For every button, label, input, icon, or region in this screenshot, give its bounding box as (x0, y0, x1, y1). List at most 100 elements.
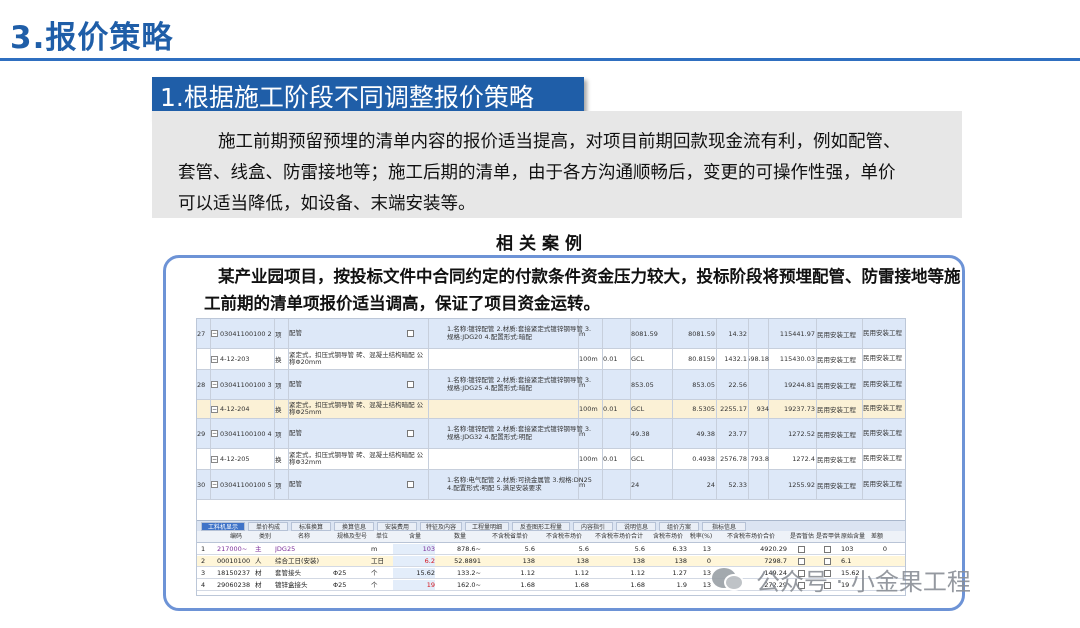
cell-p3: 138 (632, 557, 645, 565)
column-header[interactable]: 含量 (393, 531, 437, 542)
cell-qty: 0.01 (603, 355, 618, 363)
grid-cell (603, 319, 629, 348)
tab-5[interactable]: 特征及内容 (420, 522, 462, 531)
column-header[interactable]: 不含税省单价 (483, 531, 537, 542)
cell-features: 1.名称:镀锌配管 2.材质:套接紧定式镀锌钢导管 3.规格:JDG32 4.配… (447, 425, 592, 441)
cell-major: 民用安装工程 (817, 381, 856, 390)
cell-major: 民用安装工程 (817, 481, 856, 490)
cell-orig: 103 (841, 545, 854, 553)
cell-major: 民用安装工程 (817, 356, 856, 364)
cell-name: JDG25 (275, 545, 296, 553)
resource-row[interactable]: 1 217000~ 主 JDG25 m 103 878.6~ 5.6 5.6 5.6 6.33 13 4… (197, 544, 905, 555)
grid-cell: 项 (275, 470, 287, 499)
cell-p2: 1.12 (574, 569, 589, 577)
description-line: 施工前期预留预埋的清单内容的报价适当提高，对项目前期回款现金流有利，例如配管、 (218, 132, 901, 152)
cell-major: 民用安装工程 (817, 430, 856, 439)
cell-unit_price: 22.56 (728, 380, 747, 389)
grid-cell: 换 (275, 400, 287, 418)
expand-toggle-icon[interactable]: − (211, 355, 218, 363)
expand-toggle-icon[interactable]: − (211, 455, 218, 463)
collapse-toggle-icon[interactable]: − (211, 330, 218, 337)
column-header[interactable]: 原始含量 (841, 531, 865, 542)
table-row[interactable]: −4-12-203 换紧定式，扣压式钢导管 砖、混凝土结构暗配 公称Φ20mm 10… (197, 349, 905, 370)
row-checkbox[interactable] (407, 430, 414, 437)
grid-cell: 19237.73 (769, 400, 815, 418)
collapse-toggle-icon[interactable]: − (211, 430, 218, 437)
cell-unit: m (579, 480, 586, 489)
column-header[interactable]: 是否甲供 (815, 531, 841, 542)
cell-content: 15.62 (393, 568, 435, 578)
row-checkbox[interactable] (407, 330, 414, 337)
tab-10[interactable]: 组价方案 (659, 522, 699, 531)
cell-major2: 民用安装工程 (863, 404, 902, 413)
grid-cell: 民用安装工程 (863, 349, 905, 369)
grid-cell: 民用安装工程 (863, 370, 905, 399)
collapse-toggle-icon[interactable]: − (211, 481, 218, 488)
tab-3[interactable]: 换算信息 (334, 522, 374, 531)
column-header[interactable]: 差额 (865, 531, 889, 542)
column-header[interactable]: 类别 (255, 531, 275, 542)
cell-content: 103 (393, 544, 435, 554)
table-row[interactable]: 28−03041100100 3 项配管 1.名称:镀锌配管 2.材质:套接紧定式镀… (197, 370, 905, 400)
tab-7[interactable]: 反查图形工程量 (512, 522, 570, 531)
column-header[interactable]: 不含税市场价合计 (591, 531, 647, 542)
table-row[interactable]: −4-12-205 换紧定式，扣压式钢导管 砖、混凝土结构暗配 公称Φ32mm 10… (197, 449, 905, 470)
cell-p3: 1.68 (630, 581, 645, 589)
cell-extra: 934 (756, 405, 769, 413)
cell-unit_price: 1432.1 (724, 355, 747, 363)
column-header[interactable]: 是否暂估 (789, 531, 815, 542)
cell-major: 民用安装工程 (817, 406, 856, 414)
grid-cell: 0.01 (603, 400, 629, 418)
grid-cell: 100m (579, 449, 603, 469)
grid-cell: 793.8 (749, 449, 769, 469)
cell-qty: 878.6~ (456, 545, 481, 553)
cell-type: 项 (275, 430, 282, 439)
tab-8[interactable]: 内容指引 (573, 522, 613, 531)
cell-no: 1 (201, 545, 206, 553)
column-header[interactable]: 编码 (217, 531, 255, 542)
cell-unit_price: 23.77 (728, 429, 747, 438)
grid-cell: GCL (631, 400, 673, 418)
column-header[interactable]: 规格及型号 (333, 531, 371, 542)
row-checkbox[interactable] (407, 381, 414, 388)
cell-total: 19237.73 (783, 405, 815, 413)
cell-name: 紧定式，扣压式钢导管 砖、混凝土结构暗配 公称Φ25mm (289, 400, 424, 416)
tab-0[interactable]: 工料机显示 (201, 522, 245, 531)
case-text-line: 工前期的清单项报价适当调高，保证了项目资金运转。 (204, 294, 600, 313)
table-row[interactable]: 30−03041100100 5 项配管 1.名称:电气配管 2.材质:可挠金属管 … (197, 470, 905, 500)
grid-cell: 1272.4 (769, 449, 815, 469)
tab-9[interactable]: 说明信息 (616, 522, 656, 531)
column-header[interactable]: 数量 (437, 531, 483, 542)
tab-11[interactable]: 指标信息 (702, 522, 746, 531)
tab-6[interactable]: 工程量明细 (465, 522, 509, 531)
cell-unit: 工日 (371, 557, 384, 565)
table-row[interactable]: −4-12-204 换紧定式，扣压式钢导管 砖、混凝土结构暗配 公称Φ25mm 10… (197, 400, 905, 419)
expand-toggle-icon[interactable]: − (211, 405, 218, 413)
grid-cell: 民用安装工程 (863, 470, 905, 499)
column-header[interactable]: 税率(%) (689, 531, 713, 542)
grid-cell: 853.05 (673, 370, 715, 399)
cell-unit: m (579, 380, 586, 389)
table-row[interactable]: 27−03041100100 2 项配管 1.名称:镀锌配管 2.材质:套接紧定式镀… (197, 319, 905, 349)
cell-price2: 8.5305 (692, 405, 715, 413)
watermark: 公众号 · 小金果工程 (712, 562, 971, 597)
row-checkbox[interactable] (407, 481, 414, 488)
tab-2[interactable]: 标准换算 (291, 522, 331, 531)
table-row[interactable]: 29−03041100100 4 项配管 1.名称:镀锌配管 2.材质:套接紧定式镀… (197, 419, 905, 449)
owner-supplied-checkbox[interactable] (823, 546, 831, 553)
grid-cell: 100m (579, 349, 603, 369)
cell-no: 30 (197, 480, 206, 489)
tab-1[interactable]: 单价构成 (248, 522, 288, 531)
column-header[interactable]: 单位 (371, 531, 393, 542)
collapse-toggle-icon[interactable]: − (211, 381, 218, 388)
estimate-checkbox[interactable] (797, 546, 805, 553)
tab-4[interactable]: 安装费用 (377, 522, 417, 531)
column-header[interactable]: 不含税市场价 (537, 531, 591, 542)
grid-cell: −4-12-205 (211, 449, 273, 469)
column-header[interactable]: 不含税市场价合价 (713, 531, 789, 542)
cell-features: 1.名称:镀锌配管 2.材质:套接紧定式镀锌钢导管 3.规格:JDG20 4.配… (447, 325, 592, 341)
column-header[interactable]: 名称 (275, 531, 333, 542)
cell-unit: m (371, 545, 378, 553)
column-header[interactable]: 含税市场价 (647, 531, 689, 542)
cell-content: 19 (393, 580, 435, 590)
